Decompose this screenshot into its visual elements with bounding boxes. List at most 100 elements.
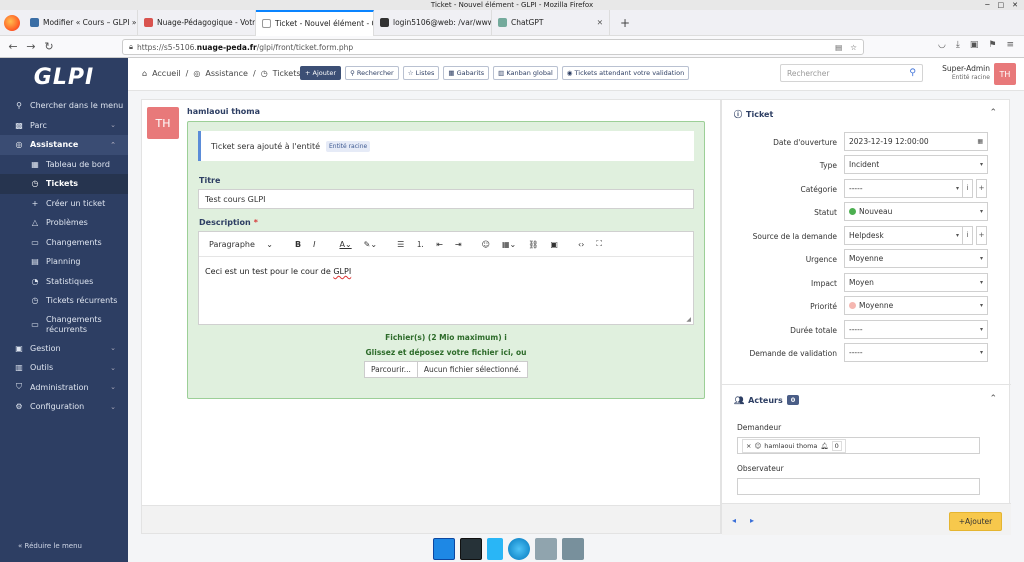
italic-icon[interactable]: I	[307, 240, 321, 249]
reload-icon[interactable]: ↻	[40, 40, 58, 53]
type-select[interactable]: Incident ▾	[844, 155, 988, 174]
chevron-up-icon[interactable]: ⌃	[989, 108, 997, 118]
search-button[interactable]: ⚲ Rechercher	[345, 66, 399, 80]
calendar-icon[interactable]: ▦	[977, 138, 983, 145]
info-icon[interactable]: i	[962, 179, 973, 198]
sidebar-item-gestion[interactable]: ▣ Gestion ⌄	[0, 339, 128, 359]
sidebar-item-recurrent-changes[interactable]: ▭ Changements récurrents	[0, 311, 128, 339]
editor-content[interactable]: Ceci est un test pour le cour de GLPI	[199, 257, 693, 286]
lists-button[interactable]: ☆ Listes	[402, 66, 440, 80]
total-duration-select[interactable]: ----- ▾	[844, 320, 988, 339]
add-button[interactable]: + Ajouter	[300, 66, 342, 80]
sidebar-item-administration[interactable]: ⛉ Administration ⌄	[0, 378, 128, 398]
image-icon[interactable]: ▣	[544, 240, 564, 249]
pocket-icon[interactable]: ◡	[938, 40, 946, 50]
link-icon[interactable]: ⛓	[522, 240, 544, 249]
new-tab-plus-icon[interactable]: +	[610, 16, 640, 30]
url-bar[interactable]: 🔒︎ https://s5-5106. nuage-peda.fr/glpi/fr…	[122, 39, 864, 55]
sidebar-item-assistance[interactable]: ◎ Assistance ⌃	[0, 135, 128, 155]
bell-icon[interactable]: 🔔︎	[820, 442, 828, 450]
global-search-input[interactable]: Rechercher ⚲	[780, 64, 923, 82]
info-icon[interactable]: i	[962, 226, 973, 245]
minimize-icon[interactable]: ─	[985, 0, 989, 10]
add-plus-icon[interactable]: +	[976, 226, 987, 245]
indent-icon[interactable]: ⇥	[449, 240, 468, 249]
collapse-menu-button[interactable]: « Réduire le menu	[18, 542, 82, 550]
sidebar-item-create-ticket[interactable]: + Créer un ticket	[0, 194, 128, 214]
reader-view-icon[interactable]: ▤	[835, 43, 842, 52]
code-icon[interactable]: ‹›	[572, 240, 590, 249]
browser-tab[interactable]: Nuage-Pédagogique - Votre✕	[138, 9, 256, 36]
chevron-up-icon[interactable]: ⌃	[989, 394, 997, 404]
paragraph-format-select[interactable]: Paragraphe ⌄	[205, 240, 277, 249]
remove-x-icon[interactable]: ×	[746, 442, 751, 450]
sidebar-item-problems[interactable]: △ Problèmes	[0, 213, 128, 233]
kanban-button[interactable]: ▥ Kanban global	[493, 66, 558, 80]
user-info[interactable]: Super-Admin Entité racine	[940, 64, 990, 81]
title-input[interactable]: Test cours GLPI	[198, 189, 694, 209]
browse-button[interactable]: Parcourir...	[365, 362, 417, 377]
firefox-logo-icon[interactable]	[4, 14, 20, 31]
breadcrumb-home[interactable]: Accueil	[152, 69, 181, 78]
folder-icon[interactable]	[562, 538, 584, 560]
emoji-icon[interactable]: ☺	[476, 240, 496, 249]
sidebar-item-tickets[interactable]: ◷ Tickets	[0, 174, 128, 194]
sidebar-item-dashboard[interactable]: ▦ Tableau de bord	[0, 155, 128, 175]
sidebar-search[interactable]: ⚲ Chercher dans le menu	[0, 96, 128, 116]
caret-left-icon[interactable]: ◂	[732, 516, 736, 525]
bold-icon[interactable]: B	[289, 240, 307, 249]
text-editor-icon[interactable]	[487, 538, 503, 560]
requester-field[interactable]: × ☺ hamlaoui thoma 🔔︎ 0	[737, 437, 980, 454]
file-input[interactable]: Parcourir... Aucun fichier sélectionné.	[363, 361, 529, 378]
sidebar-item-statistics[interactable]: ◔ Statistiques	[0, 272, 128, 292]
breadcrumb-tickets[interactable]: Tickets	[273, 69, 301, 78]
observer-field[interactable]	[737, 478, 980, 495]
tickets-waiting-validation-button[interactable]: ◉ Tickets attendant votre validation	[561, 66, 690, 80]
info-icon[interactable]: i	[504, 333, 507, 342]
sidebar-item-parc[interactable]: ▩ Parc ⌄	[0, 116, 128, 136]
sidebar-item-planning[interactable]: ▤ Planning	[0, 252, 128, 272]
highlight-color-icon[interactable]: ✎⌄	[358, 240, 383, 249]
user-avatar[interactable]: TH	[994, 63, 1016, 85]
impact-select[interactable]: Moyen ▾	[844, 273, 988, 292]
table-icon[interactable]: ▦⌄	[496, 240, 522, 249]
caret-right-icon[interactable]: ▸	[750, 516, 754, 525]
terminal-icon[interactable]	[460, 538, 482, 560]
file-dropzone[interactable]: Fichier(s) (2 Mio maximum) i Glissez et …	[198, 327, 694, 383]
author-name[interactable]: hamlaoui thoma	[187, 107, 260, 116]
submit-add-button[interactable]: + Ajouter	[949, 512, 1002, 531]
text-color-icon[interactable]: A⌄	[333, 240, 357, 249]
close-tab-icon[interactable]: ✕	[593, 18, 603, 27]
urgency-select[interactable]: Moyenne ▾	[844, 249, 988, 268]
resize-handle-icon[interactable]: ◢	[686, 316, 691, 323]
sidebar-item-changes[interactable]: ▭ Changements	[0, 233, 128, 253]
download-icon[interactable]: ⤓	[956, 40, 960, 50]
browser-tab[interactable]: ChatGPT ✕	[492, 9, 610, 36]
bullet-list-icon[interactable]: ☰	[391, 240, 410, 249]
menu-hamburger-icon[interactable]: ≡	[1006, 40, 1014, 50]
back-arrow-icon[interactable]: ←	[4, 40, 22, 53]
addon-icon[interactable]: ⚑	[988, 40, 996, 50]
extension-icon[interactable]: ▣	[970, 40, 979, 50]
request-source-select[interactable]: Helpdesk ▾	[844, 226, 964, 245]
priority-select[interactable]: Moyenne ▾	[844, 296, 988, 315]
browser-tab[interactable]: login5106@web: /var/www/✕	[374, 9, 492, 36]
forward-arrow-icon[interactable]: →	[22, 40, 40, 53]
numbered-list-icon[interactable]: ⒈	[410, 239, 430, 250]
search-icon[interactable]: ⚲	[909, 68, 916, 78]
templates-button[interactable]: ▦ Gabarits	[443, 66, 490, 80]
add-plus-icon[interactable]: +	[976, 179, 987, 198]
maximize-icon[interactable]: □	[998, 0, 1005, 10]
sidebar-item-configuration[interactable]: ⚙ Configuration ⌄	[0, 397, 128, 417]
close-icon[interactable]: ✕	[1012, 0, 1018, 10]
fullscreen-icon[interactable]: ⛶	[590, 239, 608, 249]
validation-request-select[interactable]: ----- ▾	[844, 343, 988, 362]
breadcrumb-assistance[interactable]: Assistance	[205, 69, 248, 78]
sidebar-item-recurrent-tickets[interactable]: ◷ Tickets récurrents	[0, 291, 128, 311]
web-browser-icon[interactable]	[508, 538, 530, 560]
actors-header[interactable]: 👥︎ Acteurs 0	[734, 395, 800, 405]
open-date-input[interactable]: 2023-12-19 12:00:00 ▦	[844, 132, 988, 151]
glpi-logo[interactable]: GLPI	[0, 58, 128, 96]
magnifier-icon[interactable]	[535, 538, 557, 560]
browser-tab-active[interactable]: Ticket - Nouvel élément - GL✕	[256, 9, 374, 36]
